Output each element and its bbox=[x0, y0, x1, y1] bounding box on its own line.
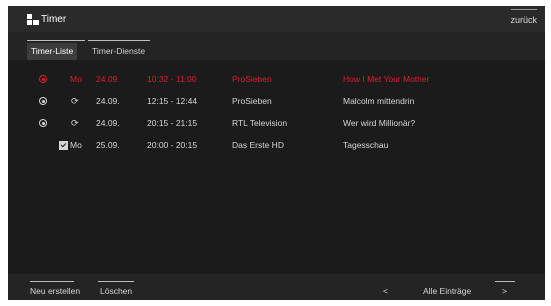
new-button-indicator bbox=[30, 281, 74, 282]
table-row[interactable]: ⟳ 24.09. 12:15 - 12:44 ProSieben Malcolm… bbox=[8, 90, 545, 112]
row-date: 24.09. bbox=[96, 96, 120, 106]
checkbox-icon[interactable] bbox=[59, 141, 68, 150]
row-day: Mo bbox=[70, 74, 82, 84]
table-row[interactable]: Mo 25.09. 20:00 - 20:15 Das Erste HD Tag… bbox=[8, 134, 545, 156]
next-button-indicator bbox=[495, 281, 515, 282]
delete-button[interactable]: Löschen bbox=[100, 284, 132, 298]
tab-label: Timer-Dienste bbox=[92, 46, 146, 56]
prev-page-button[interactable]: < bbox=[383, 284, 388, 298]
tab-bar: Timer-Liste Timer-Dienste bbox=[8, 32, 545, 60]
footer-bar: Neu erstellen Löschen < Alle Einträge > bbox=[8, 274, 545, 300]
row-day: Mo bbox=[70, 140, 82, 150]
repeat-icon: ⟳ bbox=[71, 96, 79, 106]
new-timer-button[interactable]: Neu erstellen bbox=[30, 284, 80, 298]
row-channel: RTL Television bbox=[232, 118, 288, 128]
row-date: 24.09. bbox=[96, 118, 120, 128]
tab-active-indicator bbox=[27, 40, 85, 41]
timer-logo-icon bbox=[27, 14, 39, 26]
back-button-indicator bbox=[511, 9, 537, 10]
record-icon bbox=[39, 97, 47, 105]
row-title: Wer wird Millionär? bbox=[343, 118, 416, 128]
row-channel: ProSieben bbox=[232, 74, 272, 84]
page-title: Timer bbox=[41, 14, 67, 25]
row-time: 10:32 - 11:00 bbox=[147, 74, 197, 84]
next-page-button[interactable]: > bbox=[502, 284, 507, 298]
tab-label: Timer-Liste bbox=[31, 46, 74, 56]
row-title: Malcolm mittendrin bbox=[343, 96, 415, 106]
tab-indicator bbox=[88, 40, 150, 41]
header-bar: Timer zurück bbox=[8, 6, 545, 32]
row-channel: ProSieben bbox=[232, 96, 272, 106]
row-title: How I Met Your Mother bbox=[343, 74, 430, 84]
back-button[interactable]: zurück bbox=[510, 13, 537, 27]
row-title: Tagesschau bbox=[343, 140, 389, 150]
tab-timer-liste[interactable]: Timer-Liste bbox=[27, 40, 85, 60]
table-row[interactable]: ⟳ 24.09. 20:15 - 21:15 RTL Television We… bbox=[8, 112, 545, 134]
table-row[interactable]: Mo 24.09. 10:32 - 11:00 ProSieben How I … bbox=[8, 68, 545, 90]
row-channel: Das Erste HD bbox=[232, 140, 284, 150]
row-time: 12:15 - 12:44 bbox=[147, 96, 198, 106]
row-date: 24.09. bbox=[96, 74, 120, 84]
filter-selector[interactable]: Alle Einträge bbox=[423, 284, 471, 298]
tab-timer-dienste[interactable]: Timer-Dienste bbox=[88, 40, 150, 60]
delete-button-indicator bbox=[98, 281, 134, 282]
record-icon bbox=[39, 75, 47, 83]
row-time: 20:00 - 20:15 bbox=[147, 140, 198, 150]
repeat-icon: ⟳ bbox=[71, 118, 79, 128]
record-icon bbox=[39, 119, 47, 127]
row-time: 20:15 - 21:15 bbox=[147, 118, 198, 128]
tv-screen: Timer zurück Timer-Liste Timer-Dienste M… bbox=[8, 6, 545, 300]
row-date: 25.09. bbox=[96, 140, 120, 150]
